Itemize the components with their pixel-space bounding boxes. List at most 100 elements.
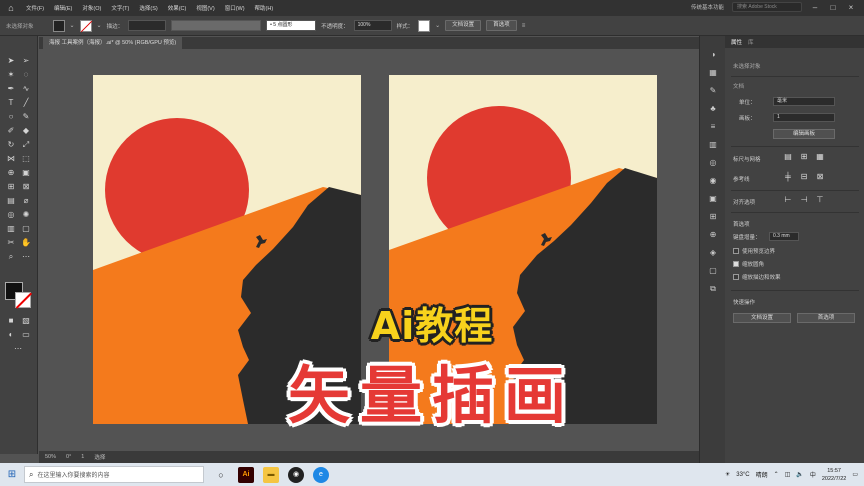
weather-text[interactable]: 晴朗 [756, 470, 768, 479]
brushes-panel-icon[interactable]: ✎ [707, 86, 719, 96]
document-setup-button[interactable]: 文档设置 [445, 20, 482, 31]
zoom-tool-icon[interactable]: ⌕ [5, 252, 17, 262]
layers-panel-icon[interactable]: ◈ [707, 248, 719, 258]
color-panel-icon[interactable]: ◑ [707, 50, 719, 60]
arrange-icon[interactable]: ≡ [522, 23, 526, 29]
file-explorer-icon[interactable]: ▬ [263, 466, 279, 483]
width-tool-icon[interactable]: ⋈ [5, 154, 17, 164]
magic-wand-tool-icon[interactable]: ✶ [5, 70, 17, 80]
direct-selection-tool-icon[interactable]: ➢ [20, 56, 32, 66]
artboard-tool-icon[interactable]: ▢ [20, 224, 32, 234]
minimize-icon[interactable]: – [810, 3, 820, 12]
grid-icon[interactable]: ⊞ [799, 152, 809, 162]
free-transform-tool-icon[interactable]: ⬚ [20, 154, 32, 164]
curvature-tool-icon[interactable]: ∿ [20, 84, 32, 94]
opacity-input[interactable]: 100% [353, 20, 392, 31]
menu-edit[interactable]: 编辑(E) [54, 4, 72, 12]
use-preview-bounds-checkbox[interactable] [733, 248, 739, 254]
variable-width-profile[interactable] [171, 20, 262, 31]
artboard-select[interactable]: 1 [773, 113, 835, 122]
align-left-icon[interactable]: ⊢ [783, 195, 793, 205]
illustrator-app-icon[interactable]: Ai [238, 466, 254, 483]
keyboard-increment-input[interactable]: 0.3 mm [769, 232, 799, 241]
line-tool-icon[interactable]: ╱ [20, 98, 32, 108]
clock[interactable]: 15:57 2022/7/22 [822, 467, 846, 483]
edit-artboard-button[interactable]: 编辑画板 [773, 129, 835, 139]
app-icon[interactable]: ◉ [288, 466, 304, 483]
menu-select[interactable]: 选择(S) [139, 4, 157, 12]
lock-guides-icon[interactable]: ⊟ [799, 172, 809, 182]
scale-strokes-checkbox[interactable] [733, 274, 739, 280]
pathfinder-panel-icon[interactable]: ⊕ [707, 230, 719, 240]
pen-tool-icon[interactable]: ✒ [5, 84, 17, 94]
scale-tool-icon[interactable]: ⤢ [20, 140, 32, 150]
column-graph-tool-icon[interactable]: ▥ [5, 224, 17, 234]
tray-chevron-icon[interactable]: ⌃ [774, 471, 779, 478]
scale-corners-checkbox[interactable] [733, 261, 739, 267]
network-icon[interactable]: ◫ [785, 471, 791, 478]
eraser-tool-icon[interactable]: ◆ [20, 126, 32, 136]
graphic-styles-panel-icon[interactable]: ▣ [707, 194, 719, 204]
chevron-down-icon[interactable]: ⌄ [435, 22, 440, 29]
selection-tool-icon[interactable]: ➤ [5, 56, 17, 66]
preferences-button[interactable]: 首选项 [486, 20, 517, 31]
stock-search-input[interactable]: 搜索 Adobe Stock [732, 2, 802, 12]
home-icon[interactable]: ⌂ [4, 2, 18, 14]
lasso-tool-icon[interactable]: ◌ [20, 70, 32, 80]
hand-tool-icon[interactable]: ✋ [20, 238, 32, 248]
maximize-icon[interactable]: □ [828, 3, 838, 12]
graphic-style-swatch[interactable] [418, 19, 431, 32]
ruler-icon[interactable]: ▤ [783, 152, 793, 162]
stroke-swatch[interactable] [79, 19, 92, 32]
gradient-tool-icon[interactable]: ▤ [5, 196, 17, 206]
menu-effect[interactable]: 效果(C) [168, 4, 187, 12]
current-tool-status[interactable]: 选择 [94, 453, 105, 461]
pixel-grid-icon[interactable]: ▦ [815, 152, 825, 162]
volume-icon[interactable]: 🔈 [796, 471, 803, 478]
fill-swatch[interactable] [52, 19, 65, 32]
shape-builder-tool-icon[interactable]: ⊕ [5, 168, 17, 178]
align-right-icon[interactable]: ⊤ [815, 195, 825, 205]
transparency-panel-icon[interactable]: ◎ [707, 158, 719, 168]
tab-libraries[interactable]: 库 [748, 38, 754, 46]
taskbar-search[interactable]: ⌕ 在这里输入你要搜索的内容 [24, 466, 204, 483]
chevron-down-icon[interactable]: ⌄ [70, 22, 75, 29]
slice-tool-icon[interactable]: ✂ [5, 238, 17, 248]
workspace-switcher[interactable]: 传统基本功能 [691, 3, 724, 11]
ellipse-tool-icon[interactable]: ○ [5, 112, 17, 122]
temperature[interactable]: 33°C [736, 472, 749, 478]
menu-window[interactable]: 窗口(W) [225, 4, 245, 12]
symbols-panel-icon[interactable]: ♣ [707, 104, 719, 114]
menu-help[interactable]: 帮助(H) [255, 4, 274, 12]
chevron-down-icon[interactable]: ⌄ [97, 22, 102, 29]
input-language[interactable]: 中 [810, 470, 816, 479]
links-panel-icon[interactable]: ⧉ [707, 284, 719, 294]
type-tool-icon[interactable]: T [5, 98, 17, 108]
paintbrush-tool-icon[interactable]: ✎ [20, 112, 32, 122]
brush-definition[interactable]: • 5 点圆形 [266, 20, 317, 31]
eyedropper-tool-icon[interactable]: ⌀ [20, 196, 32, 206]
tab-properties[interactable]: 属性 [731, 38, 742, 46]
menu-object[interactable]: 对象(O) [82, 4, 101, 12]
guides-icon[interactable]: ╪ [783, 172, 793, 182]
weather-icon[interactable]: ☀ [725, 471, 730, 478]
artboard-navigator[interactable]: 1 [81, 454, 84, 460]
stroke-weight-input[interactable] [128, 20, 167, 31]
perspective-grid-tool-icon[interactable]: ⊞ [5, 182, 17, 192]
stroke-panel-icon[interactable]: ≡ [707, 122, 719, 132]
mesh-tool-icon[interactable]: ⊠ [20, 182, 32, 192]
task-view-icon[interactable]: ○ [213, 467, 229, 483]
shaper-tool-icon[interactable]: ✐ [5, 126, 17, 136]
appearance-panel-icon[interactable]: ◉ [707, 176, 719, 186]
zoom-level[interactable]: 50% [45, 454, 56, 460]
edge-browser-icon[interactable]: e [313, 466, 329, 483]
notification-icon[interactable]: ▭ [852, 471, 858, 478]
more-tools-icon[interactable]: ⋯ [20, 252, 32, 262]
align-panel-icon[interactable]: ⊞ [707, 212, 719, 222]
close-icon[interactable]: × [846, 3, 856, 12]
align-center-icon[interactable]: ⊣ [799, 195, 809, 205]
live-paint-tool-icon[interactable]: ▣ [20, 168, 32, 178]
rotation-angle[interactable]: 0° [66, 454, 71, 460]
units-select[interactable]: 毫米 [773, 97, 835, 106]
menu-view[interactable]: 视图(V) [196, 4, 214, 12]
